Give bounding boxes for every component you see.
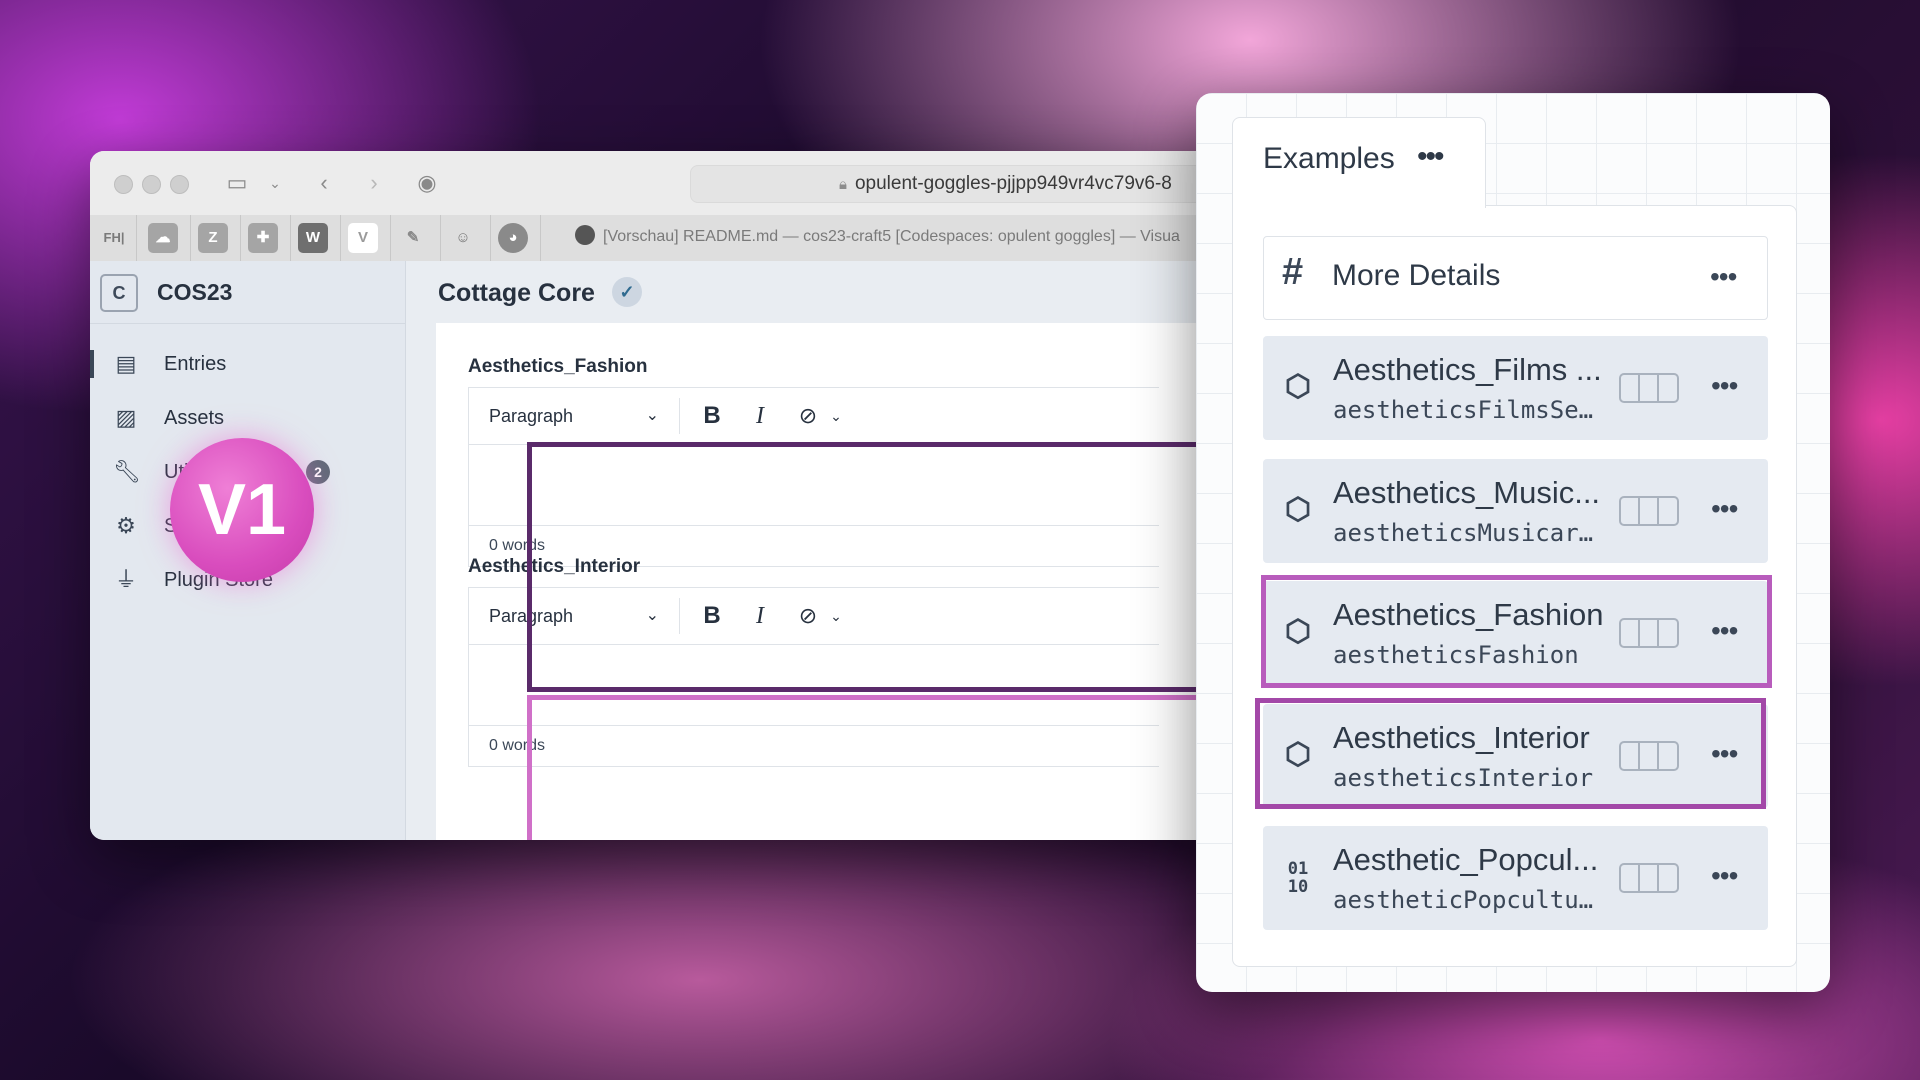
favorite-w[interactable]: W xyxy=(298,223,328,253)
address-bar[interactable]: 🔒︎ opulent-goggles-pjjpp949vr4vc79v6-8 xyxy=(690,165,1230,203)
plug-icon: ⏚ xyxy=(114,567,137,592)
field-row-fashion[interactable]: ⬡ Aesthetics_Fashion aestheticsFashion •… xyxy=(1263,581,1768,685)
field-handle: aestheticsInterior xyxy=(1333,764,1594,792)
width-icon[interactable] xyxy=(1619,741,1679,771)
field-layout-panel: Examples ••• # More Details ••• ⬡ Aesthe… xyxy=(1196,93,1830,992)
back-icon[interactable]: ‹ xyxy=(312,169,336,197)
width-icon[interactable] xyxy=(1619,618,1679,648)
entries-field-icon: ⬡ xyxy=(1284,738,1312,771)
more-icon[interactable]: ••• xyxy=(1711,495,1738,523)
wrench-icon: 🔧︎ xyxy=(113,459,141,484)
sidebar-toggle-icon[interactable]: ▭ xyxy=(222,169,252,197)
entries-field-icon: ⬡ xyxy=(1284,493,1312,526)
favorite-cloud[interactable]: ☁ xyxy=(148,223,178,253)
lock-icon: 🔒︎ xyxy=(839,176,847,193)
highlight-frame-interior xyxy=(527,695,1230,840)
entries-field-icon: ⬡ xyxy=(1284,615,1312,648)
format-select[interactable]: Paragraph ⌄ xyxy=(489,388,659,444)
chevron-down-icon: ⌄ xyxy=(645,407,659,424)
gear-icon: ⚙ xyxy=(116,513,136,538)
version-badge: V1 xyxy=(170,438,314,582)
favorite-discord[interactable]: ◕ xyxy=(498,223,528,253)
field-name: Aesthetics_Interior xyxy=(1333,720,1590,755)
link-icon[interactable]: ⊘ xyxy=(793,388,823,444)
site-logo[interactable]: C xyxy=(100,274,138,312)
github-icon xyxy=(575,225,595,245)
width-icon[interactable] xyxy=(1619,373,1679,403)
binary-icon: 01 10 xyxy=(1287,859,1309,897)
sidebar-item-entries[interactable]: ▤ Entries xyxy=(90,340,405,388)
page-title: Cottage Core xyxy=(438,279,595,307)
site-header: C COS23 xyxy=(90,261,405,324)
more-icon[interactable]: ••• xyxy=(1710,263,1737,291)
more-icon[interactable]: ••• xyxy=(1711,740,1738,768)
close-window-button[interactable] xyxy=(114,175,133,194)
check-icon: ✓ xyxy=(612,277,642,307)
title-bar: ▭ ⌄ ‹ › ◉ 🔒︎ opulent-goggles-pjjpp949vr4v… xyxy=(90,151,1230,216)
active-tab[interactable]: [Vorschau] README.md — cos23-craft5 [Cod… xyxy=(575,225,1180,246)
field-name: Aesthetics_Fashion xyxy=(1333,597,1604,632)
more-icon[interactable]: ••• xyxy=(1711,862,1738,890)
width-icon[interactable] xyxy=(1619,863,1679,893)
field-row-popculture[interactable]: 01 10 Aesthetic_Popcul... aestheticPopcul… xyxy=(1263,826,1768,930)
chevron-down-icon[interactable]: ⌄ xyxy=(821,388,851,444)
active-tab-title: [Vorschau] README.md — cos23-craft5 [Cod… xyxy=(603,228,1180,245)
tab-bar: FH| ☁ Z ✚ W V ✎ ☺ ◕ [Vorschau] README.md… xyxy=(90,215,1230,262)
heading-row[interactable]: # More Details ••• xyxy=(1263,236,1768,320)
favorite-fh[interactable]: FH| xyxy=(96,223,132,253)
sidebar-item-assets[interactable]: ▨ Assets xyxy=(90,394,405,442)
heading-label: More Details xyxy=(1332,259,1501,292)
width-icon[interactable] xyxy=(1619,496,1679,526)
notification-badge: 2 xyxy=(306,460,330,484)
forward-icon[interactable]: › xyxy=(362,169,386,197)
field-name: Aesthetics_Music... xyxy=(1333,475,1601,510)
tab-examples[interactable]: Examples ••• xyxy=(1232,117,1486,208)
image-icon: ▨ xyxy=(115,405,137,430)
sidebar-item-label: Entries xyxy=(164,353,227,375)
favorite-feather[interactable]: ✎ xyxy=(398,223,428,253)
chevron-down-icon[interactable]: ⌄ xyxy=(266,169,284,197)
entries-icon: ▤ xyxy=(115,351,137,376)
field-handle: aestheticPopcultu… xyxy=(1333,886,1594,914)
field-row-films[interactable]: ⬡ Aesthetics_Films ... aestheticsFilmsSe… xyxy=(1263,336,1768,440)
favorite-v[interactable]: V xyxy=(348,223,378,253)
field-handle: aestheticsMusicar… xyxy=(1333,519,1594,547)
highlight-frame-fashion xyxy=(527,442,1230,692)
sidebar-item-label: Assets xyxy=(164,407,225,429)
field-label-fashion: Aesthetics_Fashion xyxy=(468,356,648,377)
site-name[interactable]: COS23 xyxy=(157,279,232,306)
password-icon[interactable]: ◉ xyxy=(412,169,442,197)
more-icon[interactable]: ••• xyxy=(1711,372,1738,400)
field-name: Aesthetic_Popcul... xyxy=(1333,842,1599,877)
more-icon[interactable]: ••• xyxy=(1711,617,1738,645)
editor-toolbar: Paragraph ⌄ B I ⊘ ⌄ xyxy=(469,388,1159,445)
tab-content: # More Details ••• ⬡ Aesthetics_Films ..… xyxy=(1232,205,1797,967)
main-content: Cottage Core ✓ Aesthetics_Fashion Paragr… xyxy=(406,261,1230,840)
field-name: Aesthetics_Films ... xyxy=(1333,352,1602,387)
tab-label: Examples xyxy=(1263,142,1395,175)
minimize-window-button[interactable] xyxy=(142,175,161,194)
field-handle: aestheticsFashion xyxy=(1333,641,1579,669)
field-row-music[interactable]: ⬡ Aesthetics_Music... aestheticsMusicar…… xyxy=(1263,459,1768,563)
field-row-interior[interactable]: ⬡ Aesthetics_Interior aestheticsInterior… xyxy=(1263,704,1768,808)
entries-field-icon: ⬡ xyxy=(1284,370,1312,403)
format-select-value: Paragraph xyxy=(489,406,574,426)
italic-icon[interactable]: I xyxy=(745,388,775,444)
zoom-window-button[interactable] xyxy=(170,175,189,194)
url-text: opulent-goggles-pjjpp949vr4vc79v6-8 xyxy=(854,173,1172,194)
bold-icon[interactable]: B xyxy=(697,388,727,444)
favorite-grid[interactable]: ✚ xyxy=(248,223,278,253)
favorite-z[interactable]: Z xyxy=(198,223,228,253)
favorite-robot[interactable]: ☺ xyxy=(448,223,478,253)
hash-icon: # xyxy=(1282,251,1304,293)
more-icon[interactable]: ••• xyxy=(1417,140,1444,174)
active-indicator xyxy=(90,350,94,378)
field-handle: aestheticsFilmsSe… xyxy=(1333,396,1594,424)
